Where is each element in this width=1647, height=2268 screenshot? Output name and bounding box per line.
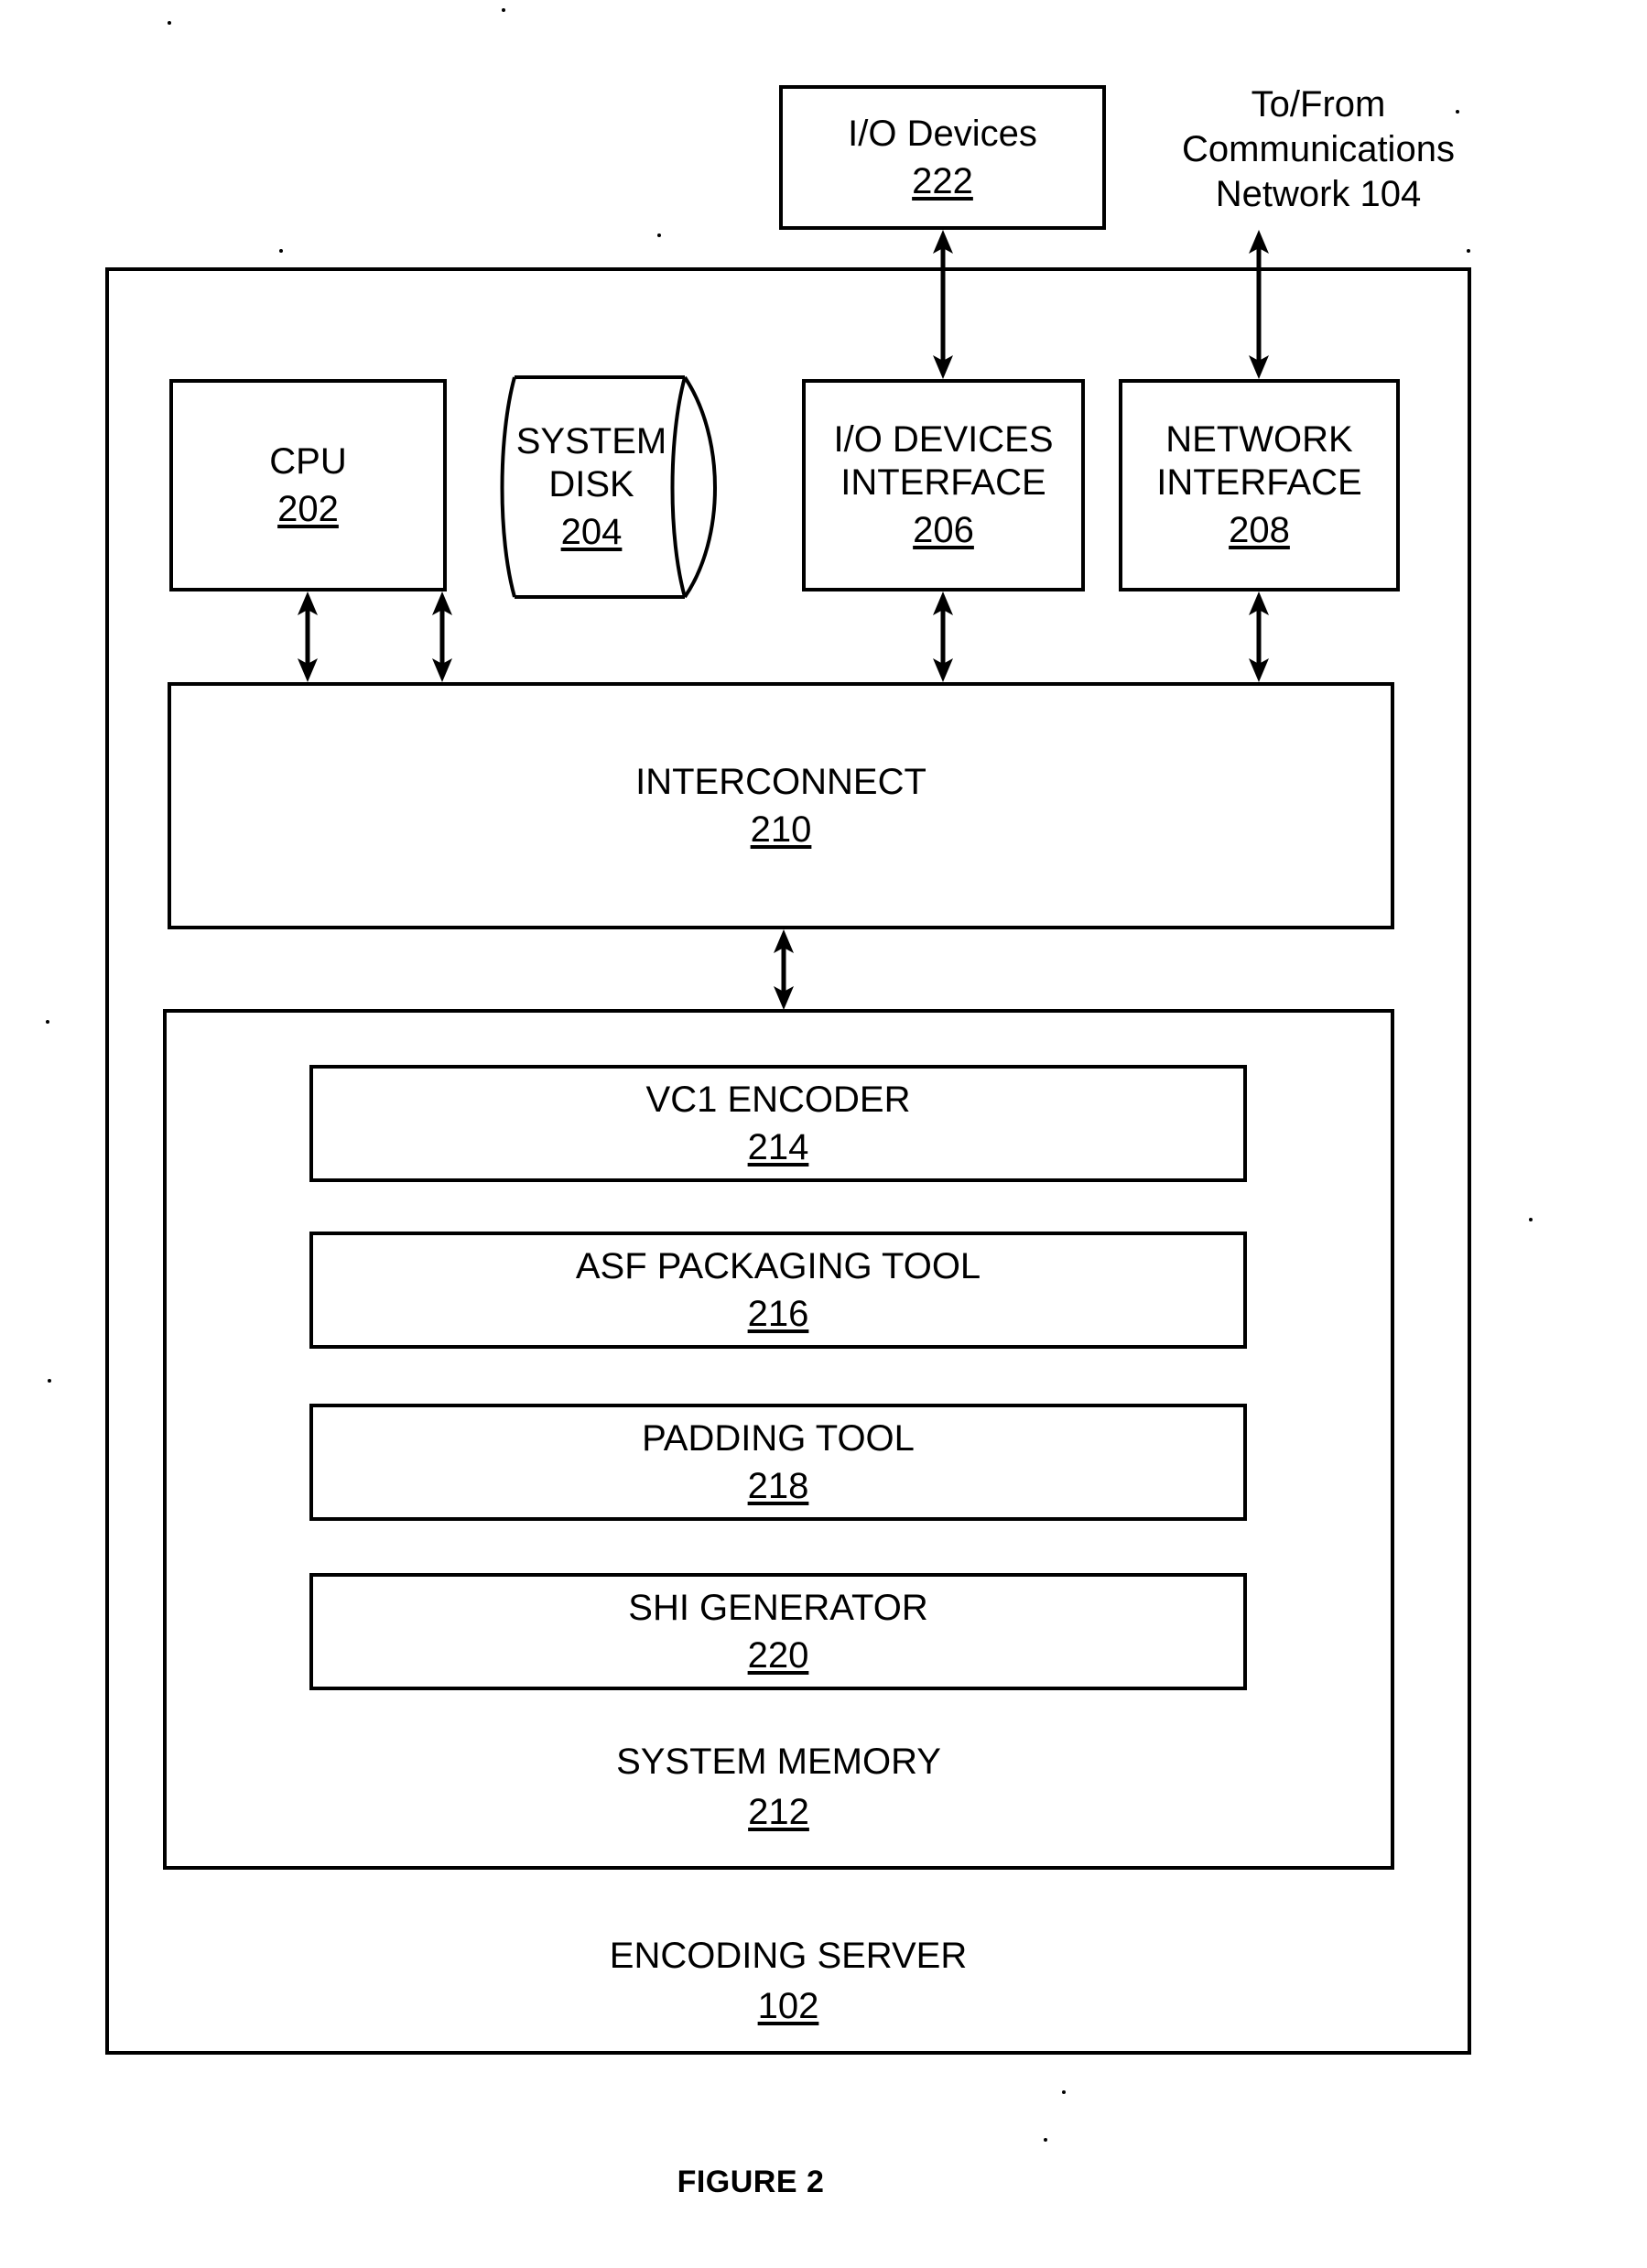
arrow-io-interface-to-interconnect [926,591,959,682]
encoding-server-label: ENCODING SERVER [609,1936,968,1976]
cpu-label: CPU [269,440,347,482]
interconnect-box: INTERCONNECT 210 [168,682,1394,929]
shi-generator-label: SHI GENERATOR [628,1587,928,1628]
padding-tool-ref: 218 [747,1466,809,1506]
arrow-network-interface-to-interconnect [1242,591,1275,682]
network-interface-label-line-1: NETWORK [1165,419,1353,461]
io-devices-interface-ref: 206 [913,510,974,551]
scan-speck [279,249,283,253]
shi-generator-box: SHI GENERATOR 220 [309,1573,1247,1690]
arrow-system-disk-to-interconnect [426,591,459,682]
scan-speck [1467,249,1470,253]
system-disk-cylinder: SYSTEM DISK 204 [489,374,729,601]
network-interface-label-line-2: INTERFACE [1156,461,1362,503]
interconnect-ref: 210 [750,809,812,850]
padding-tool-label: PADDING TOOL [642,1417,915,1459]
cpu-box: CPU 202 [169,379,447,591]
scan-speck [48,1379,51,1383]
arrow-network-to-interface [1242,230,1275,379]
io-devices-interface-box: I/O DEVICES INTERFACE 206 [802,379,1085,591]
system-memory-ref: 212 [748,1791,809,1832]
network-note-line-1: To/From [1251,84,1386,125]
io-devices-external-box: I/O Devices 222 [779,85,1106,230]
scan-speck [1529,1218,1533,1221]
io-devices-external-ref: 222 [912,161,973,201]
interconnect-label: INTERCONNECT [635,761,926,802]
vc1-encoder-label: VC1 ENCODER [645,1079,911,1120]
communications-network-note: To/From Communications Network 104 [1126,82,1511,216]
scan-speck [1062,2090,1066,2094]
patent-figure-page: I/O Devices 222 To/From Communications N… [0,0,1647,2268]
asf-packaging-tool-label: ASF PACKAGING TOOL [575,1245,981,1286]
io-devices-interface-label-line-2: INTERFACE [840,461,1046,503]
scan-speck [657,233,661,237]
system-memory-label: SYSTEM MEMORY [616,1742,941,1782]
io-devices-external-label: I/O Devices [848,113,1037,154]
cpu-ref: 202 [277,489,339,529]
system-memory-caption: SYSTEM MEMORY 212 [163,1740,1394,1835]
asf-packaging-tool-ref: 216 [747,1294,809,1334]
encoding-server-caption: ENCODING SERVER 102 [105,1934,1471,2029]
vc1-encoder-ref: 214 [747,1127,809,1167]
asf-packaging-tool-box: ASF PACKAGING TOOL 216 [309,1232,1247,1349]
network-note-line-3: Network 104 [1215,173,1422,214]
scan-speck [1044,2138,1047,2142]
figure-caption: FIGURE 2 [0,2164,1501,2201]
io-devices-interface-label-line-1: I/O DEVICES [833,419,1054,461]
arrow-io-devices-to-interface [926,230,959,379]
figure-caption-text: FIGURE 2 [677,2165,825,2199]
scan-speck [168,21,171,25]
scan-speck [46,1020,49,1024]
shi-generator-ref: 220 [747,1635,809,1676]
network-interface-box: NETWORK INTERFACE 208 [1119,379,1400,591]
scan-speck [502,8,505,12]
arrow-interconnect-to-system-memory [767,929,800,1010]
network-note-line-2: Communications [1182,128,1455,169]
padding-tool-box: PADDING TOOL 218 [309,1404,1247,1521]
vc1-encoder-box: VC1 ENCODER 214 [309,1065,1247,1182]
arrow-cpu-to-interconnect [291,591,324,682]
encoding-server-ref: 102 [757,1985,819,2026]
network-interface-ref: 208 [1229,510,1290,551]
system-disk-shape [500,375,717,599]
